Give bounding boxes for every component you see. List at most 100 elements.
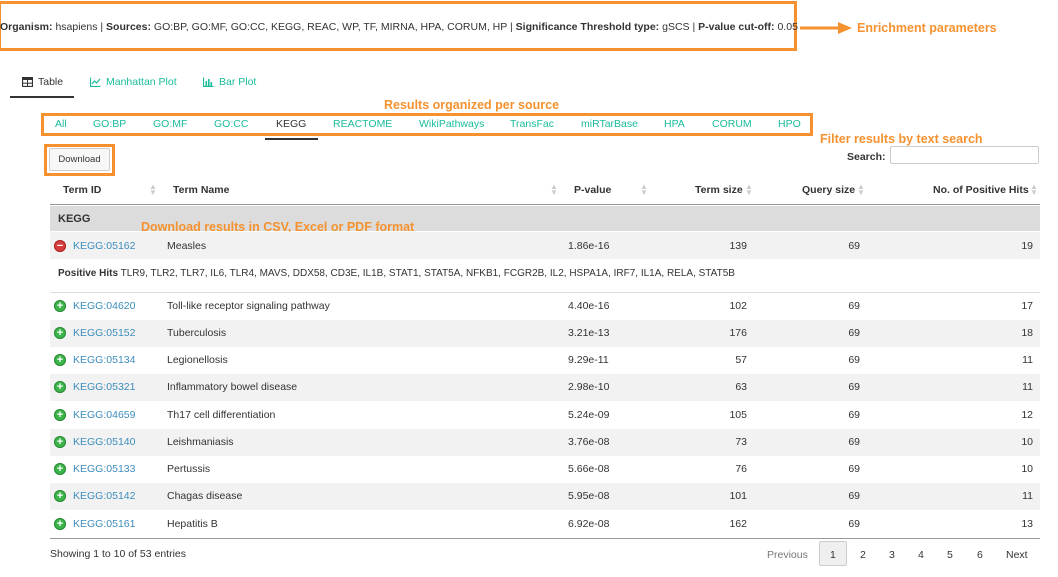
sort-icon[interactable]: ▲ ▼ — [857, 183, 865, 197]
tab-manhattan-plot[interactable]: Manhattan Plot — [90, 76, 177, 88]
tab-bar-plot[interactable]: Bar Plot — [203, 76, 256, 88]
term-size-cell: 73 — [735, 436, 747, 448]
term-size-cell: 57 — [735, 354, 747, 366]
source-tab-corum[interactable]: CORUM — [712, 118, 752, 130]
expand-row-icon[interactable]: + — [54, 436, 66, 448]
sort-icon[interactable]: ▲ ▼ — [745, 183, 753, 197]
positive-hits-cell: 17 — [1021, 300, 1033, 312]
table-icon — [22, 77, 33, 87]
line-chart-icon — [90, 77, 101, 87]
sort-icon[interactable]: ▲ ▼ — [1030, 183, 1038, 197]
pvalue-cell: 6.92e-08 — [568, 518, 610, 530]
column-header-query-size[interactable]: Query size — [802, 184, 855, 196]
tab-table[interactable]: Table — [22, 76, 63, 88]
column-header-term-size[interactable]: Term size — [695, 184, 743, 196]
pagination-page-2[interactable]: 2 — [860, 549, 866, 561]
pagination-page-5[interactable]: 5 — [947, 549, 953, 561]
column-header-term-name[interactable]: Term Name — [173, 184, 229, 196]
expand-row-icon[interactable]: + — [54, 300, 66, 312]
pvalue-cell: 3.76e-08 — [568, 436, 610, 448]
collapse-row-icon[interactable]: − — [54, 240, 66, 252]
pagination-page-3[interactable]: 3 — [889, 549, 895, 561]
pagination-page-6[interactable]: 6 — [977, 549, 983, 561]
term-id-link[interactable]: KEGG:05162 — [73, 240, 135, 252]
expand-row-icon[interactable]: + — [54, 409, 66, 421]
sort-icon[interactable]: ▲ ▼ — [149, 183, 157, 197]
expand-row-icon[interactable]: + — [54, 381, 66, 393]
source-tab-wikipathways[interactable]: WikiPathways — [419, 118, 484, 130]
source-tab-mirtarbase[interactable]: miRTarBase — [581, 118, 638, 130]
term-id-link[interactable]: KEGG:04659 — [73, 409, 135, 421]
pvalue-cell: 3.21e-13 — [568, 327, 610, 339]
term-size-cell: 162 — [729, 518, 747, 530]
term-name: Measles — [167, 240, 207, 252]
active-tab-indicator — [10, 96, 74, 98]
table-bottom-divider — [50, 538, 1040, 539]
term-name: Tuberculosis — [167, 327, 227, 339]
expand-row-icon[interactable]: + — [54, 354, 66, 366]
filter-search-annotation: Filter results by text search — [820, 132, 983, 146]
sort-icon[interactable]: ▲ ▼ — [550, 183, 558, 197]
pagination-page-1[interactable]: 1 — [830, 549, 836, 561]
positive-hits-label: Positive Hits — [58, 268, 119, 279]
term-id-link[interactable]: KEGG:05133 — [73, 463, 135, 475]
threshold-label: Significance Threshold type: — [515, 21, 660, 33]
pvalue-cell: 5.66e-08 — [568, 463, 610, 475]
source-tab-transfac[interactable]: TransFac — [510, 118, 554, 130]
source-tab-hpo[interactable]: HPO — [778, 118, 801, 130]
search-input[interactable] — [890, 146, 1039, 164]
term-id-link[interactable]: KEGG:05161 — [73, 518, 135, 530]
positive-hits-cell: 19 — [1021, 240, 1033, 252]
organism-value: hsapiens — [55, 21, 98, 33]
source-tab-all[interactable]: All — [55, 118, 67, 130]
term-id-link[interactable]: KEGG:05140 — [73, 436, 135, 448]
pvalue-cutoff-label: P-value cut-off: — [698, 21, 775, 33]
source-tab-gobp[interactable]: GO:BP — [93, 118, 126, 130]
column-header-positive-hits[interactable]: No. of Positive Hits — [933, 184, 1029, 196]
expand-row-icon[interactable]: + — [54, 490, 66, 502]
bar-chart-icon — [203, 77, 214, 87]
term-size-cell: 102 — [729, 300, 747, 312]
source-tab-gocc[interactable]: GO:CC — [214, 118, 248, 130]
term-name: Inflammatory bowel disease — [167, 381, 298, 393]
pagination-previous[interactable]: Previous — [767, 549, 808, 561]
pagination-next[interactable]: Next — [1006, 549, 1028, 561]
expand-row-icon[interactable]: + — [54, 518, 66, 530]
expand-row-icon[interactable]: + — [54, 463, 66, 475]
query-size-cell: 69 — [848, 327, 860, 339]
positive-hits-detail: Positive Hits TLR9, TLR2, TLR7, IL6, TLR… — [58, 268, 735, 279]
active-source-indicator — [265, 138, 318, 140]
term-id-link[interactable]: KEGG:05321 — [73, 381, 135, 393]
source-tab-gomf[interactable]: GO:MF — [153, 118, 187, 130]
column-header-pvalue[interactable]: P-value — [574, 184, 611, 196]
pagination-page-4[interactable]: 4 — [918, 549, 924, 561]
term-size-cell: 139 — [729, 240, 747, 252]
query-size-cell: 69 — [848, 381, 860, 393]
column-header-term-id[interactable]: Term ID — [63, 184, 101, 196]
term-name: Pertussis — [167, 463, 211, 475]
source-tab-reactome[interactable]: REACTOME — [333, 118, 392, 130]
query-size-cell: 69 — [848, 300, 860, 312]
sources-label: Sources: — [106, 21, 151, 33]
positive-hits-cell: 10 — [1021, 436, 1033, 448]
term-id-link[interactable]: KEGG:05142 — [73, 490, 135, 502]
term-size-cell: 101 — [729, 490, 747, 502]
term-id-link[interactable]: KEGG:05134 — [73, 354, 135, 366]
source-tab-kegg[interactable]: KEGG — [276, 118, 306, 130]
term-id-link[interactable]: KEGG:05152 — [73, 327, 135, 339]
separator: | — [100, 21, 104, 33]
term-name: Th17 cell differentiation — [167, 409, 276, 421]
sort-icon[interactable]: ▲ ▼ — [640, 183, 648, 197]
source-tab-hpa[interactable]: HPA — [664, 118, 685, 130]
download-button[interactable]: Download — [49, 148, 110, 171]
term-id-link[interactable]: KEGG:04620 — [73, 300, 135, 312]
term-name: Legionellosis — [167, 354, 228, 366]
term-size-cell: 76 — [735, 463, 747, 475]
expand-row-icon[interactable]: + — [54, 327, 66, 339]
term-name: Hepatitis B — [167, 518, 218, 530]
search-label: Search: — [847, 151, 886, 163]
term-name: Toll-like receptor signaling pathway — [167, 300, 330, 312]
results-per-source-annotation: Results organized per source — [384, 98, 560, 112]
query-size-cell: 69 — [848, 354, 860, 366]
organism-label: Organism: — [0, 21, 53, 33]
